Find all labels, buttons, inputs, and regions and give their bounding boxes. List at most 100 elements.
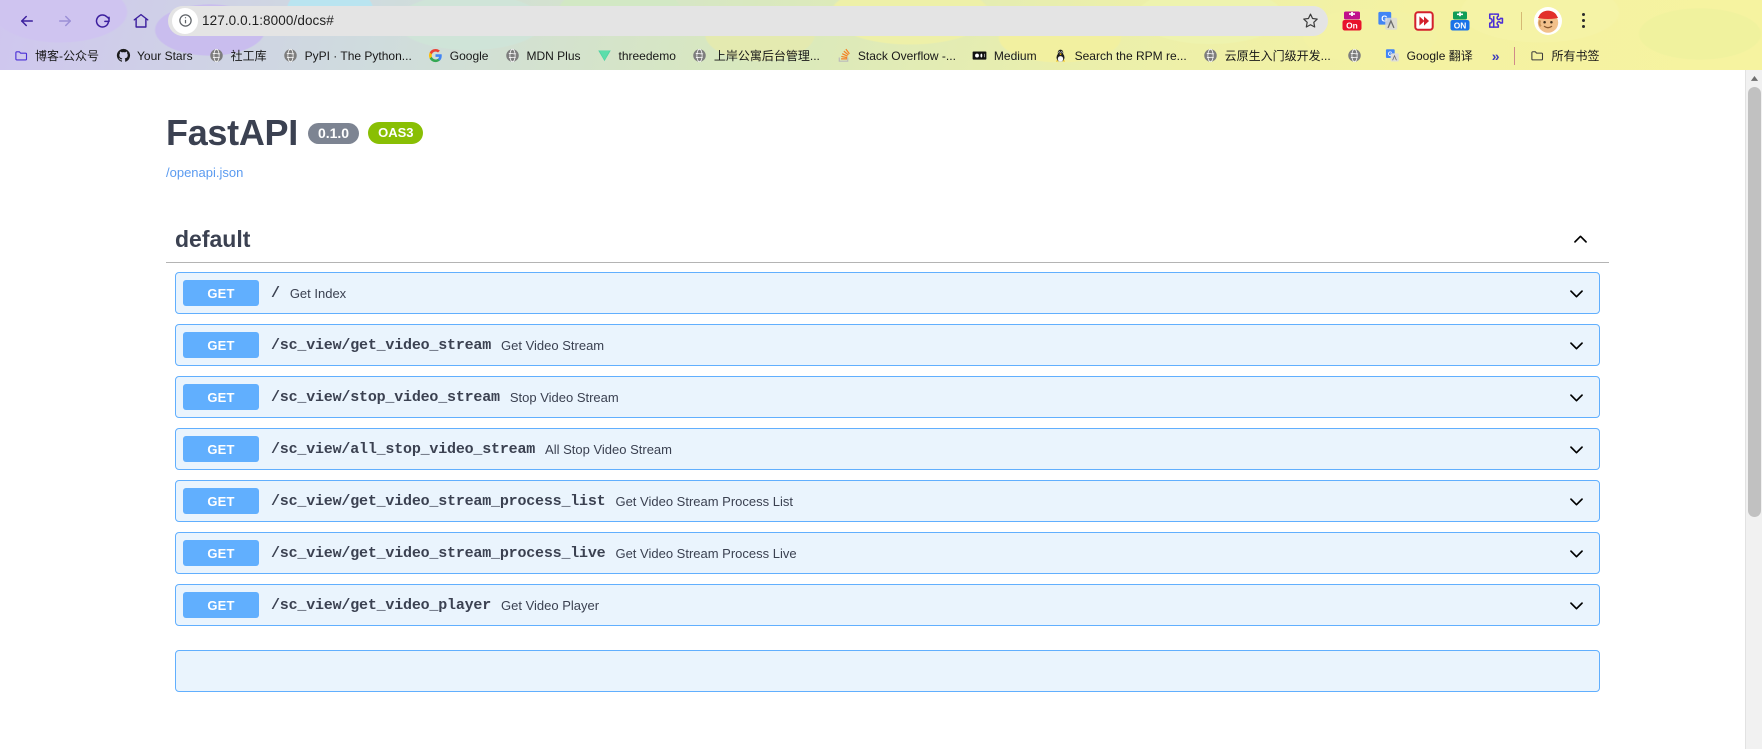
operation-row[interactable]: GET / Get Index (175, 272, 1600, 314)
api-version-badge: 0.1.0 (307, 122, 360, 144)
fast-forward-extension-icon[interactable] (1411, 8, 1437, 34)
operation-summary: Stop Video Stream (509, 389, 619, 405)
all-bookmarks-label: 所有书签 (1551, 48, 1600, 63)
chevron-up-icon[interactable] (1571, 230, 1590, 249)
all-bookmarks-button[interactable]: 所有书签 (1523, 46, 1607, 66)
chevron-down-icon[interactable] (1567, 284, 1586, 303)
toolbar-divider (1521, 11, 1522, 30)
operation-path: /sc_view/stop_video_stream (271, 388, 500, 406)
chevron-down-icon[interactable] (1567, 544, 1586, 563)
bookmark-item[interactable]: 上岸公寓后台管理... (685, 46, 827, 66)
api-info-block: FastAPI 0.1.0 OAS3 /openapi.json (166, 112, 1609, 180)
operation-row[interactable]: GET /sc_view/get_video_stream_process_li… (175, 532, 1600, 574)
site-info-icon[interactable] (172, 7, 198, 34)
proxy-on-extension-icon[interactable]: ON (1447, 8, 1473, 34)
avatar-glyph (1535, 7, 1561, 34)
address-bar-url[interactable]: 127.0.0.1:8000/docs# (202, 13, 1298, 28)
operation-row[interactable]: GET /sc_view/get_video_player Get Video … (175, 584, 1600, 626)
bookmark-item[interactable]: MDN Plus (497, 46, 587, 66)
chrome-menu-kebab[interactable] (1571, 8, 1595, 34)
bookmark-item[interactable]: threedemo (590, 46, 683, 66)
bookmarks-overflow-button[interactable]: » (1486, 48, 1506, 64)
bookmark-item[interactable]: Stack Overflow -... (829, 46, 963, 66)
http-method-badge: GET (183, 332, 259, 358)
forward-button[interactable] (50, 6, 80, 36)
stackoverflow-icon (836, 48, 852, 64)
globe-icon (692, 48, 708, 64)
operation-summary: Get Video Stream Process List (615, 493, 793, 509)
puzzle-glyph (1488, 12, 1504, 28)
scrollbar-thumb[interactable] (1748, 87, 1761, 517)
adblock-on-extension-icon[interactable]: On (1339, 8, 1365, 34)
bookmark-item[interactable] (1340, 46, 1376, 66)
bookmark-label: 上岸公寓后台管理... (713, 48, 820, 63)
bookmark-item[interactable]: PyPI · The Python... (276, 46, 419, 66)
bookmark-item[interactable]: Search the RPM re... (1046, 46, 1194, 66)
http-method-badge: GET (183, 384, 259, 410)
chevron-down-icon[interactable] (1567, 596, 1586, 615)
browser-window: 127.0.0.1:8000/docs# On G ON 博客-公众号 Your… (0, 0, 1762, 749)
reload-button[interactable] (88, 6, 118, 36)
extensions-puzzle-icon[interactable] (1483, 8, 1509, 34)
operation-row[interactable]: GET /sc_view/stop_video_stream Stop Vide… (175, 376, 1600, 418)
adblock-glyph: On (1342, 11, 1362, 30)
operation-summary: Get Video Stream (501, 337, 605, 353)
profile-avatar[interactable] (1534, 6, 1562, 35)
operation-path: /sc_view/get_video_stream_process_list (271, 492, 606, 510)
proxy-glyph: ON (1450, 11, 1470, 30)
back-button[interactable] (12, 6, 42, 36)
bookmarks-bar: 博客-公众号 Your Stars 社工库 PyPI · The Python.… (0, 41, 1762, 70)
scrollbar-up-arrow[interactable] (1746, 70, 1762, 87)
google-translate-icon: G (1385, 48, 1401, 64)
bookmark-label: 博客-公众号 (35, 48, 99, 63)
translate-glyph: G (1378, 11, 1398, 30)
operation-row[interactable]: GET /sc_view/get_video_stream Get Video … (175, 324, 1600, 366)
globe-icon (1347, 48, 1363, 64)
operation-path: /sc_view/get_video_stream_process_live (271, 544, 606, 562)
bookmark-label: 社工库 (230, 48, 267, 63)
chevron-down-icon[interactable] (1567, 492, 1586, 511)
github-icon (115, 48, 131, 64)
bookmark-label: Google (449, 48, 489, 63)
bookmark-item[interactable]: Google (421, 46, 496, 66)
bookmark-item[interactable]: G Google 翻译 (1378, 46, 1480, 66)
home-button[interactable] (126, 6, 156, 36)
bookmark-item[interactable]: Medium (965, 46, 1044, 66)
bookmark-item[interactable]: 社工库 (202, 46, 274, 66)
operation-path: /sc_view/get_video_stream (271, 336, 492, 354)
operation-path: /sc_view/get_video_player (271, 596, 492, 614)
operation-path: / (271, 284, 280, 302)
bookmark-item[interactable]: 云原生入门级开发... (1196, 46, 1338, 66)
chevron-down-icon[interactable] (1567, 336, 1586, 355)
chevron-down-icon[interactable] (1567, 440, 1586, 459)
page-title: FastAPI (166, 112, 298, 153)
bookmark-item[interactable]: Your Stars (108, 46, 200, 66)
globe-icon (504, 48, 520, 64)
operation-summary: Get Video Stream Process Live (615, 545, 797, 561)
extensions-area: On G ON (1334, 6, 1595, 35)
globe-icon (1203, 48, 1219, 64)
chevron-down-icon[interactable] (1567, 388, 1586, 407)
back-arrow-icon (21, 15, 33, 26)
openapi-spec-link[interactable]: /openapi.json (166, 165, 1609, 180)
operation-summary: Get Index (289, 285, 347, 301)
bookmarks-divider (1513, 46, 1515, 65)
fast-forward-glyph (1414, 10, 1434, 31)
google-translate-extension-icon[interactable]: G (1375, 8, 1401, 34)
operation-row[interactable]: GET /sc_view/all_stop_video_stream All S… (175, 428, 1600, 470)
bookmark-label: Google 翻译 (1406, 48, 1473, 63)
address-bar[interactable]: 127.0.0.1:8000/docs# (168, 5, 1328, 36)
vite-icon (597, 48, 613, 64)
operation-row-partial[interactable] (175, 650, 1600, 692)
tag-header[interactable]: default (166, 226, 1609, 263)
tag-name: default (175, 226, 251, 252)
bookmark-item[interactable]: 博客-公众号 (6, 46, 106, 66)
page-scrollbar[interactable] (1745, 70, 1762, 749)
star-icon[interactable] (1298, 12, 1322, 29)
linux-tux-icon (1053, 48, 1069, 64)
swagger-ui-page: FastAPI 0.1.0 OAS3 /openapi.json default (0, 70, 1745, 749)
google-icon (428, 48, 444, 64)
operation-row[interactable]: GET /sc_view/get_video_stream_process_li… (175, 480, 1600, 522)
tag-section-default: default GET / Get Index GET /sc_view/get… (166, 226, 1609, 692)
globe-icon (283, 48, 299, 64)
